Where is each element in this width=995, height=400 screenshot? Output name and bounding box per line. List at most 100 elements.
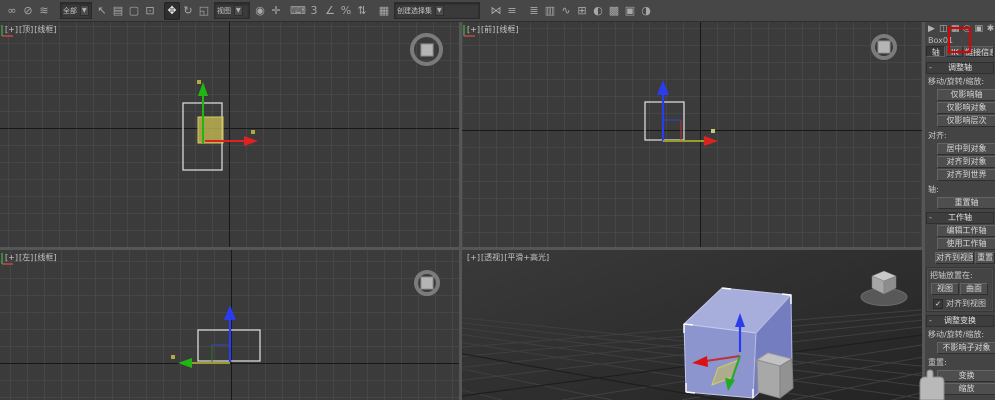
axis-label-marker [171,355,175,359]
subtab-pivot[interactable]: 轴 [926,46,945,57]
selection-filter-dropdown[interactable]: 全部▼ [60,2,92,19]
gizmo-x-arrowhead[interactable] [704,136,718,146]
select-and-move-icon[interactable]: ✥ [164,2,180,20]
select-object-icon[interactable]: ↖ [94,2,110,20]
named-selection-sets-dropdown-label: 创建选择集 [397,6,432,16]
viewport-menu-plus[interactable]: [+] [467,253,480,262]
viewport-menu-view[interactable]: [前] [481,25,495,34]
affect-hierarchy-only-button[interactable]: 仅影响层次 [937,115,995,127]
keyboard-shortcut-override-icon[interactable]: ⌨ [290,2,306,20]
viewport-front[interactable]: [+][前][线框] [462,22,922,247]
graphite-ribbon-icon[interactable]: ▥ [542,2,558,20]
align-to-view-button[interactable]: 对齐到视图 [935,252,974,264]
reference-coordinate-system-dropdown[interactable]: 视图▼ [214,2,250,19]
percent-snap-icon[interactable]: % [338,2,354,20]
rendered-frame-window-icon[interactable]: ▣ [622,2,638,20]
reset-pivot-button[interactable]: 重置轴 [937,197,995,209]
rollout-header[interactable]: -调整变换 [926,315,994,327]
rollout-header[interactable]: -调整轴 [926,62,994,74]
viewport-menu-plus[interactable]: [+] [467,25,480,34]
gizmo-plane-handle[interactable] [198,117,223,143]
align-to-object-button[interactable]: 对齐到对象 [937,156,995,168]
reset-scale-button[interactable]: 缩放 [937,383,995,395]
viewcube-face[interactable] [420,43,433,56]
viewcube[interactable] [861,271,907,306]
edit-working-pivot-button[interactable]: 编辑工作轴 [937,225,995,237]
place-pivot-view-button[interactable]: 视图 [931,283,959,295]
viewport-menu-view[interactable]: [左] [19,253,33,262]
collapse-icon: - [929,63,932,73]
collapse-icon: - [929,316,932,326]
viewport-left[interactable]: [+][左][线框] [0,250,459,400]
chevron-down-icon[interactable]: ▼ [234,5,243,16]
select-and-link-icon[interactable]: ∞ [4,2,20,20]
axis-label-marker [197,80,201,84]
gizmo-x-arrowhead[interactable] [244,136,258,146]
viewport-menu-shading[interactable]: [线框] [34,25,56,34]
render-setup-icon[interactable]: ▩ [606,2,622,20]
spinner-snap-icon[interactable]: ⇅ [354,2,370,20]
dont-affect-children-button[interactable]: 不影响子对象 [937,342,995,354]
place-pivot-surface-button[interactable]: 曲面 [960,283,988,295]
reset-transform-button[interactable]: 变换 [937,370,995,382]
viewport-perspective[interactable]: [+][透视][平滑+高光] [462,250,922,400]
reference-coordinate-system-dropdown-label: 视图 [217,6,231,16]
unlink-selection-icon[interactable]: ⊘ [20,2,36,20]
affect-object-only-button[interactable]: 仅影响对象 [937,102,995,114]
edit-named-selection-sets-icon[interactable]: ▦ [376,2,392,20]
viewport-menu-view[interactable]: [透视] [481,253,503,262]
viewport-menu-shading[interactable]: [线框] [496,25,518,34]
tab-modify[interactable]: ◫ [939,24,948,34]
chevron-down-icon[interactable]: ▼ [80,5,89,16]
align-to-view-checkbox[interactable]: ✓ [933,299,943,309]
bind-to-space-warp-icon[interactable]: ≋ [36,2,52,20]
rollout-header[interactable]: -工作轴 [926,212,994,224]
tab-create[interactable]: ▶ [927,24,936,34]
viewcube[interactable] [414,270,440,296]
viewcube[interactable] [410,33,443,66]
use-pivot-point-center-icon[interactable]: ◉ [252,2,268,20]
render-production-icon[interactable]: ◑ [638,2,654,20]
rectangular-selection-region-icon[interactable]: ▢ [126,2,142,20]
alignment-label: 对齐: [925,128,995,142]
select-and-rotate-icon[interactable]: ↻ [180,2,196,20]
schematic-view-icon[interactable]: ⊞ [574,2,590,20]
select-by-name-icon[interactable]: ▤ [110,2,126,20]
center-to-object-button[interactable]: 居中到对象 [937,143,995,155]
mirror-icon[interactable]: ⋈ [488,2,504,20]
use-working-pivot-button[interactable]: 使用工作轴 [937,238,995,250]
place-pivot-label: 把轴放置在: [927,268,993,282]
viewport-menu-plus[interactable]: [+] [5,25,18,34]
viewport-menu-shading[interactable]: [平滑+高光] [504,253,549,262]
angle-snap-icon[interactable]: ∠ [322,2,338,20]
align-to-world-button[interactable]: 对齐到世界 [937,169,995,181]
viewport-menu-shading[interactable]: [线框] [34,253,56,262]
snap-toggle-3d-icon[interactable]: 3 [306,2,322,20]
gray-cube-object[interactable] [757,353,793,398]
viewport-menu-view[interactable]: [顶] [19,25,33,34]
gizmo-y-arrowhead[interactable] [198,82,208,96]
tab-display[interactable]: ▣ [974,24,983,34]
reset-button[interactable]: 重置 [975,252,995,264]
curve-editor-icon[interactable]: ∿ [558,2,574,20]
viewport-top[interactable]: [+][顶][线框] [0,22,459,247]
tab-utilities[interactable]: ✱ [986,24,995,34]
viewcube[interactable] [871,34,897,60]
named-selection-sets-dropdown[interactable]: 创建选择集▼ [394,2,480,19]
viewcube-face[interactable] [878,41,891,54]
layer-manager-icon[interactable]: ≣ [526,2,542,20]
window-crossing-icon[interactable]: ⊡ [142,2,158,20]
viewport-menu-plus[interactable]: [+] [5,253,18,262]
affect-pivot-only-button[interactable]: 仅影响轴 [937,89,995,101]
material-editor-icon[interactable]: ◐ [590,2,606,20]
chevron-down-icon[interactable]: ▼ [435,5,444,16]
gizmo-y-arrowhead[interactable] [178,358,192,368]
align-icon[interactable]: ≡ [504,2,520,20]
viewcube-face[interactable] [421,277,434,290]
select-and-scale-icon[interactable]: ◱ [196,2,212,20]
box01-wireframe[interactable] [645,102,684,140]
sep1 [52,2,58,20]
select-and-manipulate-icon[interactable]: ✛ [268,2,284,20]
gizmo-z-arrowhead[interactable] [657,80,669,95]
gizmo-z-arrowhead[interactable] [224,305,236,320]
